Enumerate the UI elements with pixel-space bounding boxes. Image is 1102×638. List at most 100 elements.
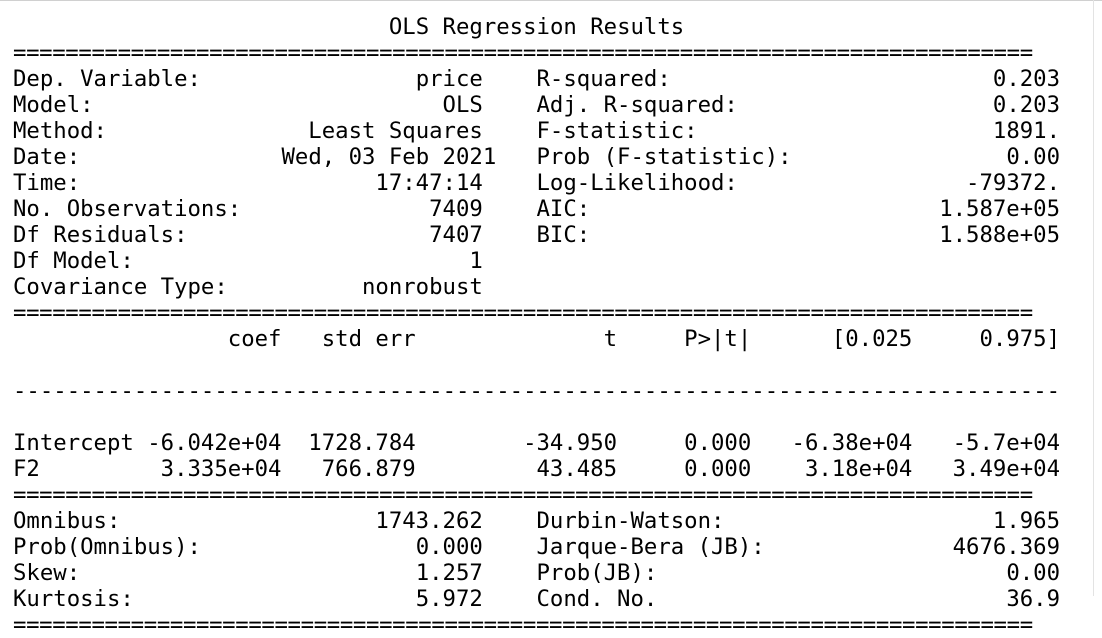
table-cell: -34.950 [523, 430, 618, 456]
stat-label: AIC: [536, 196, 591, 222]
stat-label: Method: [13, 118, 107, 144]
stat-value: OLS [442, 92, 483, 118]
table-cell: 0.000 [684, 430, 752, 456]
table-cell: 3.18e+04 [804, 456, 913, 482]
model-info-row: Covariance Type: nonrobust [13, 274, 1060, 300]
stat-value: 4676.369 [952, 534, 1061, 560]
stat-value: 1.588e+05 [939, 222, 1061, 248]
stat-value: 1.587e+05 [939, 196, 1061, 222]
diagnostics-row: Omnibus: 1743.262 Durbin-Watson: 1.965 [13, 508, 1060, 534]
model-info-block: Dep. Variable: price R-squared: 0.203 Model:… [13, 66, 1060, 300]
stat-value: Least Squares [308, 118, 483, 144]
rule-double: ========================================… [13, 612, 1033, 638]
stat-value: 36.9 [1006, 586, 1061, 612]
table-cell: 766.879 [321, 456, 416, 482]
stat-label: Dep. Variable: [13, 66, 201, 92]
rule-double: ========================================… [13, 300, 1033, 326]
stat-label: Model: [13, 92, 94, 118]
stat-label: Df Model: [13, 248, 134, 274]
stat-value: 1.257 [415, 560, 483, 586]
ols-summary-report: OLS Regression Results =================… [13, 14, 1060, 638]
stat-label: Prob (F-statistic): [536, 144, 792, 170]
stat-label: Jarque-Bera (JB): [536, 534, 765, 560]
row-name: F2 [13, 456, 40, 482]
table-cell: -6.042e+04 [147, 430, 282, 456]
stat-label: Prob(JB): [536, 560, 658, 586]
stat-value: Wed, 03 Feb 2021 [281, 144, 497, 170]
stat-label: Omnibus: [13, 508, 121, 534]
stat-label: F-statistic: [536, 118, 698, 144]
diagnostics-row: Kurtosis: 5.972 Cond. No. 36.9 [13, 586, 1060, 612]
diagnostics-block: Omnibus: 1743.262 Durbin-Watson: 1.965 Prob(… [13, 508, 1060, 612]
stat-label: Date: [13, 144, 81, 170]
table-cell: 3.49e+04 [952, 456, 1061, 482]
stat-value: 17:47:14 [375, 170, 483, 196]
coef-body-spacer [13, 404, 1060, 430]
stat-label: Durbin-Watson: [536, 508, 725, 534]
stat-value: 0.000 [415, 534, 483, 560]
stat-value: 0.00 [1006, 144, 1061, 170]
table-row: F2 3.335e+04 766.879 43.485 0.000 3.18e+04 3.4… [13, 456, 1060, 482]
table-cell: 0.000 [684, 456, 752, 482]
stat-label: Covariance Type: [13, 274, 228, 300]
column-header: t [603, 326, 618, 352]
stat-value: -79372. [966, 170, 1061, 196]
stat-label: Log-Likelihood: [536, 170, 738, 196]
coef-header-spacer [13, 352, 1060, 378]
stat-value: 7407 [429, 222, 483, 248]
stat-value: 0.203 [992, 92, 1061, 118]
top-border [0, 0, 1102, 11]
table-cell: 43.485 [536, 456, 618, 482]
model-info-row: Method: Least Squares F-statistic: 1891. [13, 118, 1060, 144]
column-header: P>|t| [684, 326, 752, 352]
stat-label: Adj. R-squared: [536, 92, 738, 118]
report-title-text: OLS Regression Results [388, 14, 685, 40]
table-cell: -6.38e+04 [791, 430, 913, 456]
stat-label: Prob(Omnibus): [13, 534, 201, 560]
stat-value: 1.965 [992, 508, 1061, 534]
model-info-row: Dep. Variable: price R-squared: 0.203 [13, 66, 1060, 92]
table-cell: -5.7e+04 [952, 430, 1061, 456]
stat-value: 1 [469, 248, 483, 274]
rule-double: ========================================… [13, 40, 1033, 66]
column-header: std err [321, 326, 416, 352]
coef-table-body: Intercept -6.042e+04 1728.784 -34.950 0.000 -… [13, 404, 1060, 482]
coef-table-header: coef std err t P>|t| [0.025 0.975] [13, 326, 1060, 378]
stat-label: Kurtosis: [13, 586, 134, 612]
report-title: OLS Regression Results [13, 14, 1060, 40]
stat-value: 0.00 [1006, 560, 1061, 586]
table-cell: 1728.784 [308, 430, 416, 456]
model-info-row: No. Observations: 7409 AIC: 1.587e+05 [13, 196, 1060, 222]
column-header: coef [227, 326, 282, 352]
model-info-row: Df Model: 1 [13, 248, 1060, 274]
stat-value: 1891. [992, 118, 1061, 144]
stat-value: price [415, 66, 483, 92]
coef-header-row: coef std err t P>|t| [0.025 0.975] [13, 326, 1060, 352]
table-row: Intercept -6.042e+04 1728.784 -34.950 0.000 -… [13, 430, 1060, 456]
stat-value: 1743.262 [375, 508, 483, 534]
stat-label: R-squared: [536, 66, 671, 92]
stat-value: 5.972 [415, 586, 483, 612]
stat-value: 7409 [429, 196, 483, 222]
diagnostics-row: Skew: 1.257 Prob(JB): 0.00 [13, 560, 1060, 586]
row-name: Intercept [13, 430, 134, 456]
model-info-row: Date: Wed, 03 Feb 2021 Prob (F-statistic):… [13, 144, 1060, 170]
column-header: [0.025 [831, 326, 913, 352]
table-cell: 3.335e+04 [160, 456, 282, 482]
stat-label: Df Residuals: [13, 222, 188, 248]
model-info-row: Time: 17:47:14 Log-Likelihood: -79372. [13, 170, 1060, 196]
model-info-row: Model: OLS Adj. R-squared: 0.203 [13, 92, 1060, 118]
diagnostics-row: Prob(Omnibus): 0.000 Jarque-Bera (JB): 4676… [13, 534, 1060, 560]
rule-single: ----------------------------------------… [13, 378, 1060, 404]
stat-label: Cond. No. [536, 586, 658, 612]
stat-value: nonrobust [361, 274, 483, 300]
stat-value: 0.203 [992, 66, 1061, 92]
stat-label: Skew: [13, 560, 81, 586]
stat-label: BIC: [536, 222, 591, 248]
stat-label: No. Observations: [13, 196, 242, 222]
column-header: 0.975] [979, 326, 1061, 352]
right-border [1093, 0, 1094, 596]
rule-double: ========================================… [13, 482, 1033, 508]
model-info-row: Df Residuals: 7407 BIC: 1.588e+05 [13, 222, 1060, 248]
stat-label: Time: [13, 170, 81, 196]
